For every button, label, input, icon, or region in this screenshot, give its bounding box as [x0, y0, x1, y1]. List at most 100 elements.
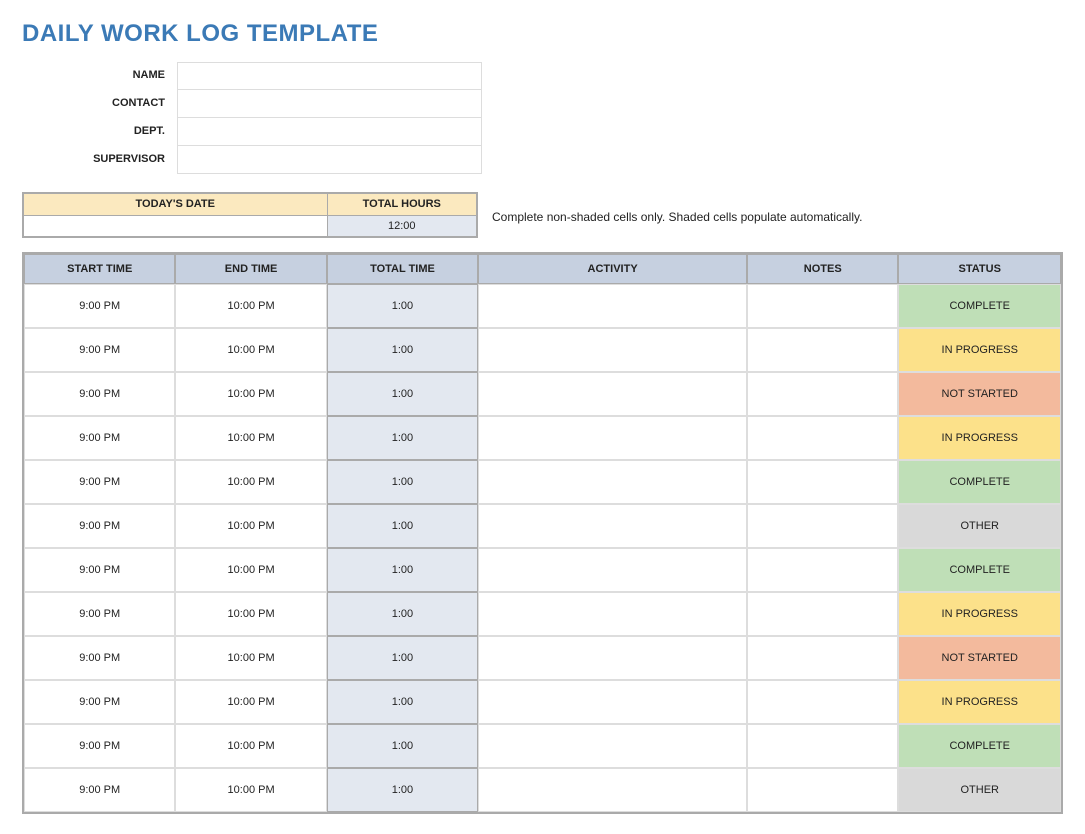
- cell-status[interactable]: OTHER: [898, 768, 1061, 812]
- summary-table: TODAY'S DATE TOTAL HOURS 12:00: [22, 192, 478, 238]
- cell-start[interactable]: 9:00 PM: [24, 460, 175, 504]
- cell-status[interactable]: OTHER: [898, 504, 1061, 548]
- cell-activity[interactable]: [478, 416, 747, 460]
- cell-notes[interactable]: [747, 416, 898, 460]
- info-label-supervisor: SUPERVISOR: [22, 146, 177, 174]
- cell-status[interactable]: NOT STARTED: [898, 636, 1061, 680]
- cell-activity[interactable]: [478, 680, 747, 724]
- summary-header-hours: TOTAL HOURS: [327, 193, 477, 215]
- col-header-start: START TIME: [24, 254, 175, 284]
- info-input-dept[interactable]: [177, 118, 482, 146]
- cell-start[interactable]: 9:00 PM: [24, 284, 175, 328]
- col-header-total: TOTAL TIME: [327, 254, 478, 284]
- col-header-notes: NOTES: [747, 254, 898, 284]
- table-row: 9:00 PM10:00 PM1:00 COMPLETE: [24, 548, 1061, 592]
- cell-status[interactable]: COMPLETE: [898, 724, 1061, 768]
- cell-notes[interactable]: [747, 504, 898, 548]
- cell-activity[interactable]: [478, 592, 747, 636]
- cell-total: 1:00: [327, 416, 478, 460]
- cell-notes[interactable]: [747, 372, 898, 416]
- cell-activity[interactable]: [478, 504, 747, 548]
- cell-status[interactable]: NOT STARTED: [898, 372, 1061, 416]
- cell-end[interactable]: 10:00 PM: [175, 284, 326, 328]
- cell-end[interactable]: 10:00 PM: [175, 328, 326, 372]
- cell-notes[interactable]: [747, 284, 898, 328]
- cell-end[interactable]: 10:00 PM: [175, 460, 326, 504]
- cell-notes[interactable]: [747, 680, 898, 724]
- cell-start[interactable]: 9:00 PM: [24, 328, 175, 372]
- info-input-name[interactable]: [177, 62, 482, 90]
- cell-end[interactable]: 10:00 PM: [175, 724, 326, 768]
- info-label-name: NAME: [22, 62, 177, 90]
- info-row-contact: CONTACT: [22, 90, 482, 118]
- cell-status[interactable]: COMPLETE: [898, 284, 1061, 328]
- cell-end[interactable]: 10:00 PM: [175, 504, 326, 548]
- cell-status[interactable]: IN PROGRESS: [898, 592, 1061, 636]
- cell-start[interactable]: 9:00 PM: [24, 504, 175, 548]
- info-label-dept: DEPT.: [22, 118, 177, 146]
- cell-activity[interactable]: [478, 548, 747, 592]
- cell-start[interactable]: 9:00 PM: [24, 416, 175, 460]
- table-row: 9:00 PM10:00 PM1:00COMPLETE: [24, 724, 1061, 768]
- cell-end[interactable]: 10:00 PM: [175, 768, 326, 812]
- cell-notes[interactable]: [747, 548, 898, 592]
- col-header-activity: ACTIVITY: [478, 254, 747, 284]
- cell-end[interactable]: 10:00 PM: [175, 680, 326, 724]
- cell-total: 1:00: [327, 768, 478, 812]
- cell-activity[interactable]: [478, 460, 747, 504]
- cell-total: 1:00: [327, 680, 478, 724]
- info-block: NAME CONTACT DEPT. SUPERVISOR: [22, 62, 482, 174]
- cell-activity[interactable]: [478, 636, 747, 680]
- cell-start[interactable]: 9:00 PM: [24, 548, 175, 592]
- cell-activity[interactable]: [478, 284, 747, 328]
- cell-notes[interactable]: [747, 768, 898, 812]
- summary-cell-date[interactable]: [23, 215, 327, 237]
- log-header-row: START TIME END TIME TOTAL TIME ACTIVITY …: [24, 254, 1061, 284]
- cell-start[interactable]: 9:00 PM: [24, 372, 175, 416]
- summary-header-date: TODAY'S DATE: [23, 193, 327, 215]
- table-row: 9:00 PM10:00 PM1:00 OTHER: [24, 504, 1061, 548]
- cell-total: 1:00: [327, 548, 478, 592]
- cell-start[interactable]: 9:00 PM: [24, 724, 175, 768]
- table-row: 9:00 PM10:00 PM1:00COMPLETE: [24, 284, 1061, 328]
- cell-total: 1:00: [327, 592, 478, 636]
- cell-end[interactable]: 10:00 PM: [175, 636, 326, 680]
- cell-activity[interactable]: [478, 768, 747, 812]
- info-row-supervisor: SUPERVISOR: [22, 146, 482, 174]
- cell-end[interactable]: 10:00 PM: [175, 592, 326, 636]
- cell-status[interactable]: IN PROGRESS: [898, 680, 1061, 724]
- cell-activity[interactable]: [478, 372, 747, 416]
- cell-end[interactable]: 10:00 PM: [175, 548, 326, 592]
- cell-total: 1:00: [327, 460, 478, 504]
- table-row: 9:00 PM10:00 PM1:00 IN PROGRESS: [24, 680, 1061, 724]
- cell-status[interactable]: COMPLETE: [898, 548, 1061, 592]
- cell-status[interactable]: IN PROGRESS: [898, 416, 1061, 460]
- cell-start[interactable]: 9:00 PM: [24, 680, 175, 724]
- info-row-name: NAME: [22, 62, 482, 90]
- info-input-supervisor[interactable]: [177, 146, 482, 174]
- cell-end[interactable]: 10:00 PM: [175, 416, 326, 460]
- table-row: 9:00 PM10:00 PM1:00 IN PROGRESS: [24, 592, 1061, 636]
- cell-status[interactable]: COMPLETE: [898, 460, 1061, 504]
- instruction-text: Complete non-shaded cells only. Shaded c…: [478, 192, 862, 224]
- cell-start[interactable]: 9:00 PM: [24, 768, 175, 812]
- cell-start[interactable]: 9:00 PM: [24, 636, 175, 680]
- cell-notes[interactable]: [747, 636, 898, 680]
- cell-status[interactable]: IN PROGRESS: [898, 328, 1061, 372]
- cell-start[interactable]: 9:00 PM: [24, 592, 175, 636]
- cell-activity[interactable]: [478, 724, 747, 768]
- info-label-contact: CONTACT: [22, 90, 177, 118]
- cell-notes[interactable]: [747, 724, 898, 768]
- cell-activity[interactable]: [478, 328, 747, 372]
- cell-total: 1:00: [327, 504, 478, 548]
- cell-total: 1:00: [327, 636, 478, 680]
- cell-total: 1:00: [327, 372, 478, 416]
- table-row: 9:00 PM10:00 PM1:00 NOT STARTED: [24, 636, 1061, 680]
- cell-notes[interactable]: [747, 592, 898, 636]
- cell-notes[interactable]: [747, 328, 898, 372]
- info-input-contact[interactable]: [177, 90, 482, 118]
- cell-end[interactable]: 10:00 PM: [175, 372, 326, 416]
- summary-cell-hours: 12:00: [327, 215, 477, 237]
- col-header-end: END TIME: [175, 254, 326, 284]
- cell-notes[interactable]: [747, 460, 898, 504]
